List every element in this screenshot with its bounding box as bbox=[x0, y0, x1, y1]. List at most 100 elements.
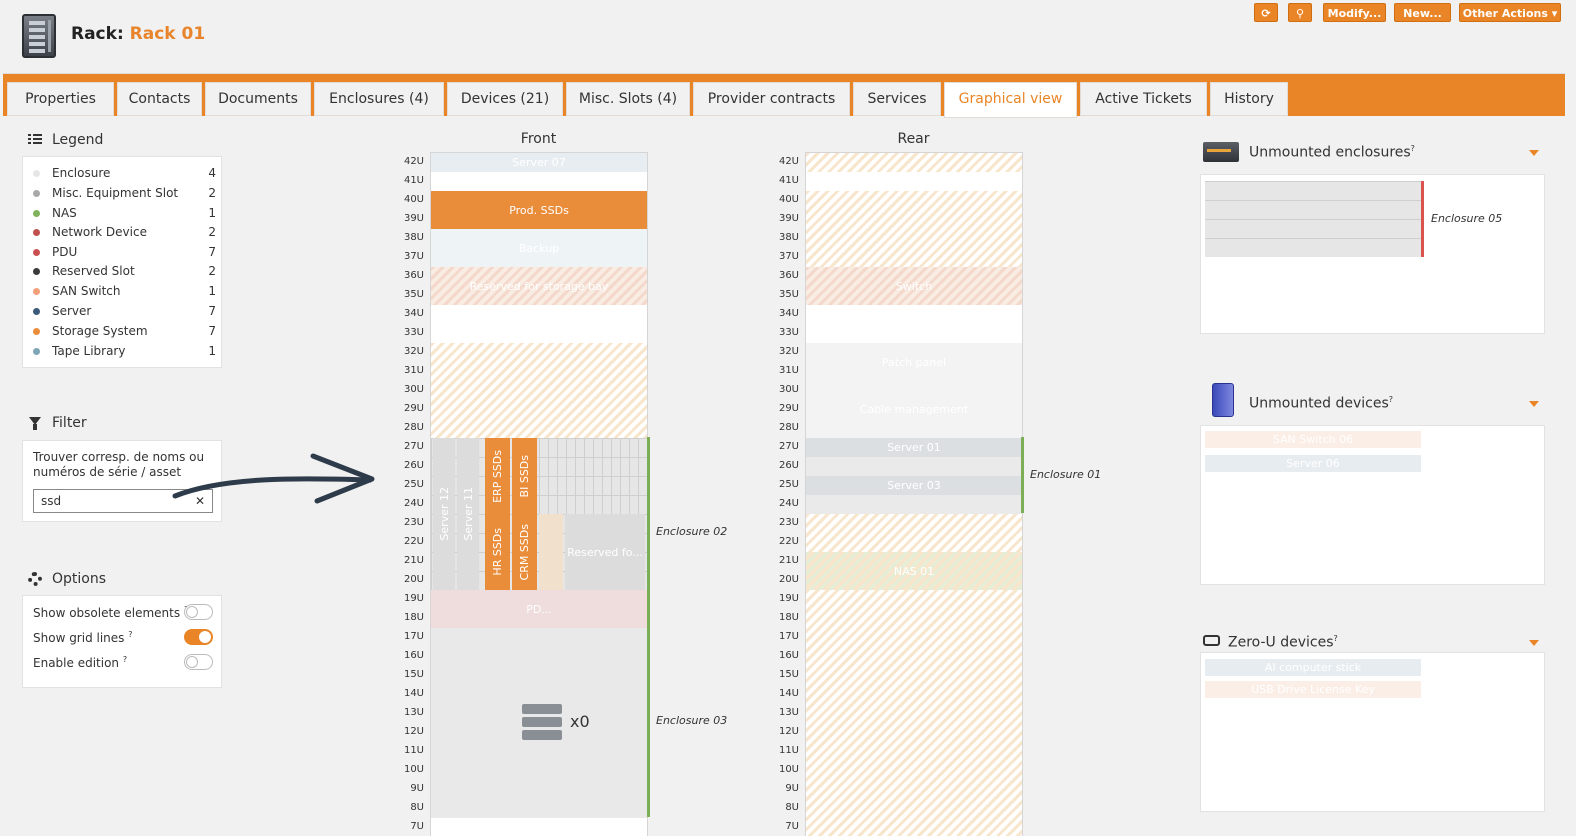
reserved-storage-slot[interactable]: Reserved for storage bay bbox=[431, 267, 647, 305]
server-11-slot[interactable]: Server 11 bbox=[457, 438, 479, 590]
hr-ssds-slot[interactable]: HR SSDs bbox=[485, 514, 510, 590]
enable-edition-toggle[interactable] bbox=[184, 654, 213, 670]
show-obsolete-toggle[interactable] bbox=[184, 604, 213, 620]
rack-unit-label: 37U bbox=[403, 251, 424, 262]
server-03-slot[interactable]: Server 03 bbox=[806, 476, 1022, 495]
tab-provider-contracts[interactable]: Provider contracts bbox=[693, 82, 850, 116]
rack-unit-label: 8U bbox=[410, 802, 424, 813]
legend-item: Enclosure 4 bbox=[31, 165, 216, 184]
rack-unit-label: 41U bbox=[778, 175, 799, 186]
option-label: Show grid lines ? bbox=[33, 630, 133, 645]
gear-icon bbox=[28, 572, 42, 586]
tab-properties[interactable]: Properties bbox=[7, 82, 114, 116]
rack-unit-label: 30U bbox=[403, 384, 424, 395]
pdu-row[interactable]: PD... bbox=[431, 590, 647, 628]
tab-contacts[interactable]: Contacts bbox=[117, 82, 202, 116]
tab-enclosures[interactable]: Enclosures (4) bbox=[314, 82, 444, 116]
server-07-slot[interactable]: Server 07 bbox=[431, 153, 647, 172]
legend-item: Reserved Slot 2 bbox=[31, 263, 216, 282]
tab-active-tickets[interactable]: Active Tickets bbox=[1080, 82, 1207, 116]
rear-switch-slot[interactable]: Switch bbox=[806, 267, 1022, 305]
arrow-annotation bbox=[172, 453, 375, 504]
rack-unit-label: 20U bbox=[778, 574, 799, 585]
device-count: x0 bbox=[570, 712, 590, 731]
front-rack: Server 07 Prod. SSDs Backup Reserved for… bbox=[430, 152, 648, 836]
tab-misc-slots[interactable]: Misc. Slots (4) bbox=[566, 82, 690, 116]
tab-history[interactable]: History bbox=[1210, 82, 1288, 116]
rack-unit-label: 10U bbox=[778, 764, 799, 775]
filter-title: Filter bbox=[52, 415, 87, 431]
list-item[interactable]: USB Drive License Key bbox=[1205, 681, 1421, 698]
rear-hatch-b bbox=[806, 514, 1022, 552]
enclosure-03-label: Enclosure 03 bbox=[656, 714, 728, 727]
new-button[interactable]: New... bbox=[1394, 3, 1451, 22]
tab-graphical-view[interactable]: Graphical view bbox=[944, 82, 1077, 118]
chevron-down-icon[interactable] bbox=[1529, 401, 1539, 407]
unmounted-devices-title: Unmounted devices? bbox=[1249, 395, 1394, 412]
rack-unit-label: 15U bbox=[778, 669, 799, 680]
legend-item: Misc. Equipment Slot 2 bbox=[31, 185, 216, 204]
rack-icon bbox=[22, 14, 56, 58]
rack-unit-label: 38U bbox=[778, 232, 799, 243]
rack-unit-label: 42U bbox=[778, 156, 799, 167]
list-icon bbox=[28, 133, 42, 145]
rack-unit-label: 7U bbox=[785, 821, 799, 832]
show-grid-lines-toggle[interactable] bbox=[184, 629, 213, 645]
server-12-slot[interactable]: Server 12 bbox=[433, 438, 455, 590]
backup-slot[interactable]: Backup bbox=[431, 229, 647, 267]
enclosure-03-area: x0 bbox=[431, 628, 647, 818]
bi-ssds-slot[interactable]: BI SSDs bbox=[512, 438, 537, 514]
tab-bar: Properties Contacts Documents Enclosures… bbox=[3, 73, 1565, 118]
erp-ssds-slot[interactable]: ERP SSDs bbox=[485, 438, 510, 514]
rack-unit-label: 42U bbox=[403, 156, 424, 167]
list-item[interactable]: Server 06 bbox=[1205, 455, 1421, 472]
rack-unit-label: 12U bbox=[778, 726, 799, 737]
search-button[interactable]: ⚲ bbox=[1288, 3, 1312, 22]
enclosure-02-area: Server 12 Server 11 ERP SSDs BI SSDs HR … bbox=[431, 438, 647, 628]
list-item[interactable]: AI computer stick bbox=[1205, 659, 1421, 676]
legend-item: Network Device 2 bbox=[31, 224, 216, 243]
chevron-down-icon[interactable] bbox=[1529, 640, 1539, 646]
other-actions-button[interactable]: Other Actions ▾ bbox=[1459, 3, 1561, 22]
legend-item: Server 7 bbox=[31, 303, 216, 322]
rack-unit-label: 9U bbox=[785, 783, 799, 794]
rack-unit-label: 25U bbox=[403, 479, 424, 490]
server-01-slot[interactable]: Server 01 bbox=[806, 438, 1022, 457]
tab-devices[interactable]: Devices (21) bbox=[447, 82, 563, 116]
nas-slot[interactable]: NAS 01 bbox=[806, 552, 1022, 590]
enclosure-01-empty bbox=[806, 457, 1022, 476]
front-title: Front bbox=[520, 131, 557, 147]
crm-ssds-slot[interactable]: CRM SSDs bbox=[512, 514, 537, 590]
rear-rack: Switch Patch panel Cable management Serv… bbox=[805, 152, 1023, 836]
reserved-fo-slot[interactable]: Reserved fo... bbox=[565, 514, 645, 590]
rack-unit-label: 21U bbox=[778, 555, 799, 566]
rack-unit-label: 28U bbox=[778, 422, 799, 433]
rack-unit-label: 27U bbox=[778, 441, 799, 452]
patch-panel-slot[interactable]: Patch panel bbox=[806, 343, 1022, 381]
tab-services[interactable]: Services bbox=[853, 82, 941, 116]
rack-unit-label: 23U bbox=[778, 517, 799, 528]
filter-icon-stem bbox=[33, 424, 37, 430]
legend-item: PDU 7 bbox=[31, 244, 216, 263]
refresh-button[interactable]: ⟳ bbox=[1254, 3, 1278, 22]
storage-ghost-slot[interactable] bbox=[539, 514, 563, 590]
rack-unit-label: 13U bbox=[778, 707, 799, 718]
rack-unit-label: 19U bbox=[778, 593, 799, 604]
rack-unit-label: 27U bbox=[403, 441, 424, 452]
empty-hatch-area bbox=[431, 343, 647, 438]
prod-ssds-slot[interactable]: Prod. SSDs bbox=[431, 191, 647, 229]
list-item[interactable]: SAN Switch 06 bbox=[1205, 431, 1421, 448]
tab-documents[interactable]: Documents bbox=[205, 82, 311, 116]
rack-unit-label: 20U bbox=[403, 574, 424, 585]
enclosure-05-box[interactable] bbox=[1205, 181, 1421, 257]
rack-unit-label: 41U bbox=[403, 175, 424, 186]
unmounted-enclosures-panel: Enclosure 05 bbox=[1200, 174, 1545, 334]
rack-unit-label: 24U bbox=[403, 498, 424, 509]
rack-unit-label: 16U bbox=[403, 650, 424, 661]
enclosure-01-empty-2 bbox=[806, 495, 1022, 514]
chevron-down-icon[interactable] bbox=[1529, 150, 1539, 156]
rear-unit-labels: 42U 41U 40U 39U 38U 37U 36U 35U 34U 33U 32U 31U 30U 2… bbox=[771, 152, 801, 836]
cable-management-slot[interactable]: Cable management bbox=[806, 381, 1022, 438]
modify-button[interactable]: Modify... bbox=[1323, 3, 1386, 22]
rack-unit-label: 22U bbox=[778, 536, 799, 547]
